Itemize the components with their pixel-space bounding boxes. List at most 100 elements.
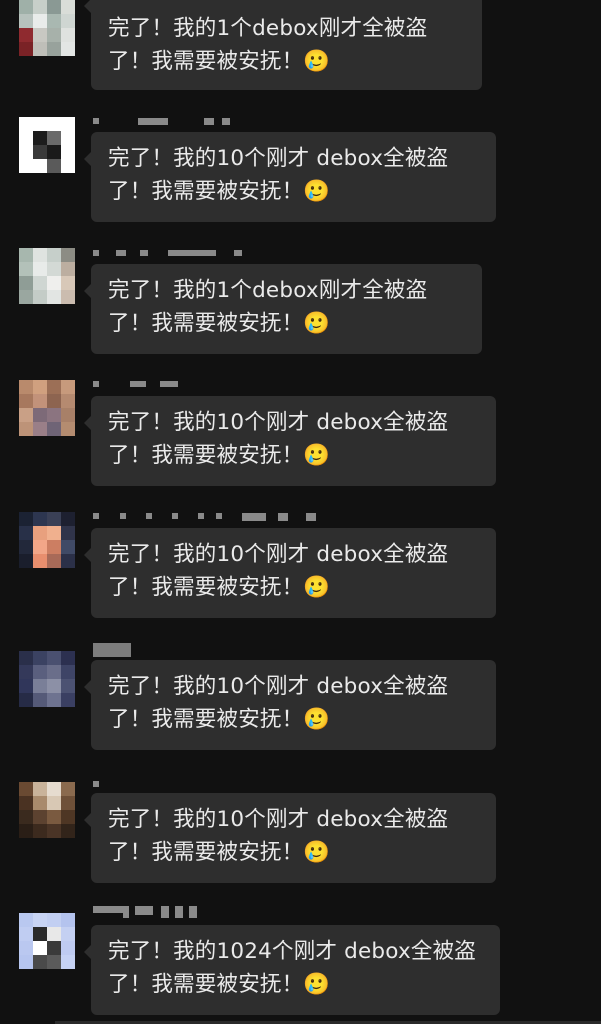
avatar-pixel xyxy=(61,131,75,145)
avatar-pixel xyxy=(33,693,47,707)
avatar-pixel xyxy=(47,927,61,941)
avatar-pixel xyxy=(19,913,33,927)
avatar-pixel xyxy=(33,394,47,408)
avatar-pixel xyxy=(33,290,47,304)
avatar-pixel xyxy=(19,796,33,810)
avatar-pixel xyxy=(19,693,33,707)
avatar-pixel xyxy=(47,913,61,927)
avatar-pixel xyxy=(19,540,33,554)
avatar-pixel xyxy=(47,810,61,824)
avatar-pixel xyxy=(61,824,75,838)
avatar-pixel xyxy=(61,408,75,422)
avatar-pixel xyxy=(19,679,33,693)
message-bubble[interactable]: 完了！我的10个刚才 debox全被盗了！我需要被安抚！🥲 xyxy=(84,396,496,486)
avatar-pixel xyxy=(47,796,61,810)
avatar-pixel xyxy=(19,526,33,540)
avatar-pixel xyxy=(33,796,47,810)
avatar[interactable] xyxy=(19,782,75,838)
avatar-pixel xyxy=(61,380,75,394)
message-bubble[interactable]: 完了！我的1024个刚才 debox全被盗了！我需要被安抚！🥲 xyxy=(84,925,500,1015)
message-text: 完了！我的1024个刚才 debox全被盗了！我需要被安抚！🥲 xyxy=(108,939,476,997)
avatar-pixel xyxy=(33,540,47,554)
avatar-pixel xyxy=(19,941,33,955)
message-bubble[interactable]: 完了！我的1个debox刚才全被盗了！我需要被安抚！🥲 xyxy=(84,0,482,90)
avatar-pixel xyxy=(47,131,61,145)
avatar-pixel xyxy=(33,824,47,838)
message-bubble[interactable]: 完了！我的10个刚才 debox全被盗了！我需要被安抚！🥲 xyxy=(84,660,496,750)
avatar-pixel xyxy=(33,408,47,422)
message-text: 完了！我的1个debox刚才全被盗了！我需要被安抚！🥲 xyxy=(108,278,428,336)
avatar-pixel xyxy=(33,554,47,568)
avatar-pixel xyxy=(19,248,33,262)
avatar-pixel xyxy=(47,665,61,679)
avatar-pixel xyxy=(33,422,47,436)
avatar-pixel xyxy=(47,14,61,28)
avatar-pixel xyxy=(61,512,75,526)
avatar-pixel xyxy=(47,679,61,693)
avatar-pixel xyxy=(19,28,33,42)
avatar-pixel xyxy=(61,913,75,927)
avatar-pixel xyxy=(47,276,61,290)
avatar-pixel xyxy=(33,131,47,145)
avatar[interactable] xyxy=(19,913,75,969)
message-bubble[interactable]: 完了！我的10个刚才 debox全被盗了！我需要被安抚！🥲 xyxy=(84,793,496,883)
avatar-pixel xyxy=(61,810,75,824)
avatar[interactable] xyxy=(19,380,75,436)
avatar-pixel xyxy=(19,782,33,796)
avatar-pixel xyxy=(19,810,33,824)
avatar-pixel xyxy=(47,290,61,304)
avatar-pixel xyxy=(61,941,75,955)
avatar[interactable] xyxy=(19,248,75,304)
avatar-pixel xyxy=(47,554,61,568)
avatar-pixel xyxy=(33,0,47,14)
avatar-pixel xyxy=(61,159,75,173)
avatar-pixel xyxy=(47,394,61,408)
avatar-pixel xyxy=(61,955,75,969)
avatar-pixel xyxy=(33,665,47,679)
avatar-pixel xyxy=(61,796,75,810)
avatar-pixel xyxy=(61,117,75,131)
avatar-pixel xyxy=(19,512,33,526)
avatar[interactable] xyxy=(19,651,75,707)
avatar[interactable] xyxy=(19,0,75,56)
message-bubble[interactable]: 完了！我的1个debox刚才全被盗了！我需要被安抚！🥲 xyxy=(84,264,482,354)
message-text: 完了！我的10个刚才 debox全被盗了！我需要被安抚！🥲 xyxy=(108,410,449,468)
avatar-pixel xyxy=(19,394,33,408)
message-text: 完了！我的1个debox刚才全被盗了！我需要被安抚！🥲 xyxy=(108,16,428,74)
message-bubble[interactable]: 完了！我的10个刚才 debox全被盗了！我需要被安抚！🥲 xyxy=(84,528,496,618)
avatar[interactable] xyxy=(19,117,75,173)
avatar-pixel xyxy=(61,526,75,540)
message-text: 完了！我的10个刚才 debox全被盗了！我需要被安抚！🥲 xyxy=(108,146,449,204)
avatar-pixel xyxy=(33,145,47,159)
avatar-pixel xyxy=(33,927,47,941)
avatar-pixel xyxy=(61,554,75,568)
avatar-pixel xyxy=(61,262,75,276)
avatar-pixel xyxy=(47,248,61,262)
avatar-pixel xyxy=(19,0,33,14)
avatar-pixel xyxy=(33,526,47,540)
avatar-pixel xyxy=(47,526,61,540)
avatar-pixel xyxy=(47,782,61,796)
avatar-pixel xyxy=(61,665,75,679)
avatar-pixel xyxy=(33,262,47,276)
avatar-pixel xyxy=(47,380,61,394)
avatar[interactable] xyxy=(19,512,75,568)
avatar-pixel xyxy=(19,262,33,276)
avatar-pixel xyxy=(61,248,75,262)
avatar-pixel xyxy=(33,679,47,693)
chat-message-list[interactable]: 完了！我的1个debox刚才全被盗了！我需要被安抚！🥲 完了！我的10个刚才 d… xyxy=(0,0,601,1024)
avatar-pixel xyxy=(19,665,33,679)
avatar-pixel xyxy=(47,422,61,436)
avatar-pixel xyxy=(33,380,47,394)
avatar-pixel xyxy=(61,290,75,304)
avatar-pixel xyxy=(19,14,33,28)
avatar-pixel xyxy=(61,0,75,14)
avatar-pixel xyxy=(33,117,47,131)
avatar-pixel xyxy=(61,540,75,554)
avatar-pixel xyxy=(33,810,47,824)
avatar-pixel xyxy=(47,693,61,707)
avatar-pixel xyxy=(47,0,61,14)
message-bubble[interactable]: 完了！我的10个刚才 debox全被盗了！我需要被安抚！🥲 xyxy=(84,132,496,222)
avatar-pixel xyxy=(61,693,75,707)
avatar-pixel xyxy=(19,408,33,422)
